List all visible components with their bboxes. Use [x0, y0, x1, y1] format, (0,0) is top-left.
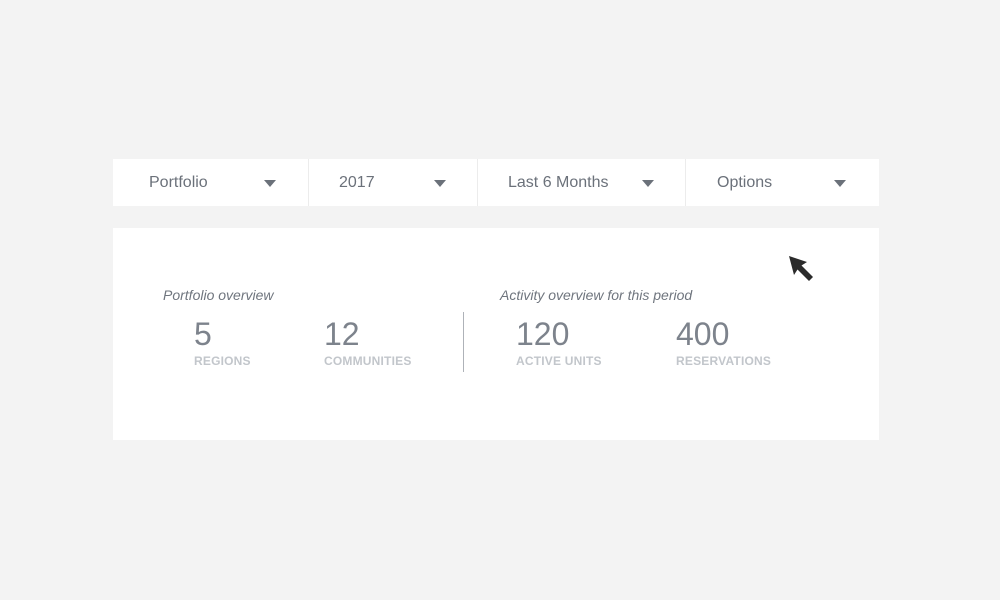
communities-value: 12	[324, 316, 360, 352]
active-units-metric: 120 ACTIVE UNITS	[516, 316, 602, 368]
communities-label: COMMUNITIES	[324, 354, 412, 368]
caret-down-icon	[642, 180, 654, 187]
period-dropdown[interactable]: Last 6 Months	[477, 159, 685, 206]
options-dropdown-label: Options	[717, 173, 773, 191]
communities-metric: 12 COMMUNITIES	[324, 316, 412, 368]
regions-label: REGIONS	[194, 354, 251, 368]
caret-down-icon	[834, 180, 846, 187]
caret-down-icon	[264, 180, 276, 187]
portfolio-dropdown[interactable]: Portfolio	[113, 159, 308, 206]
year-dropdown[interactable]: 2017	[308, 159, 477, 206]
active-units-label: ACTIVE UNITS	[516, 354, 602, 368]
activity-overview-title: Activity overview for this period	[500, 287, 693, 303]
filter-bar: Portfolio 2017 Last 6 Months Options	[113, 159, 879, 206]
regions-value: 5	[194, 316, 212, 352]
regions-metric: 5 REGIONS	[194, 316, 251, 368]
portfolio-overview-title: Portfolio overview	[163, 287, 274, 303]
reservations-value: 400	[676, 316, 730, 352]
reservations-metric: 400 RESERVATIONS	[676, 316, 771, 368]
options-dropdown[interactable]: Options	[685, 159, 879, 206]
year-dropdown-label: 2017	[339, 173, 375, 191]
reservations-label: RESERVATIONS	[676, 354, 772, 368]
active-units-value: 120	[516, 316, 570, 352]
overview-card: Portfolio overview Activity overview for…	[113, 228, 879, 440]
period-dropdown-label: Last 6 Months	[508, 173, 609, 191]
metrics-divider	[463, 312, 464, 372]
portfolio-dropdown-label: Portfolio	[149, 173, 208, 191]
mouse-pointer-icon	[789, 256, 813, 281]
caret-down-icon	[434, 180, 446, 187]
